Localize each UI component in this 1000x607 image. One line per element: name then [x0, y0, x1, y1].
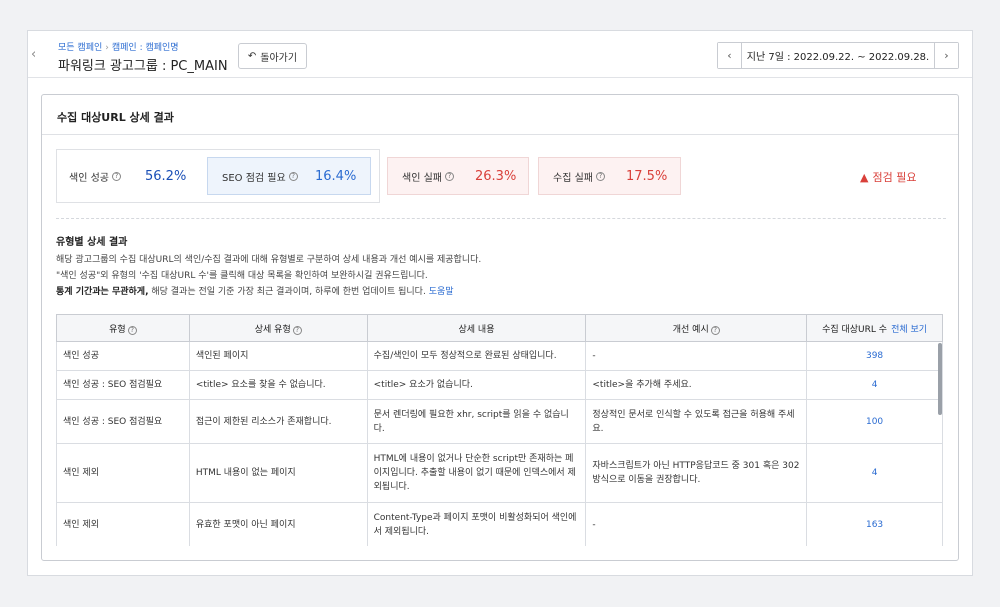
stat-label: 수집 실패 [553, 172, 593, 184]
help-icon[interactable]: ? [292, 325, 302, 335]
cell-detail-type: 접근이 제한된 리소스가 존재합니다. [188, 399, 368, 444]
section-description: 해당 광고그룹의 수집 대상URL의 색인/수집 결과에 대해 유형별로 구분하… [56, 252, 481, 300]
desc-bold: 통계 기간과는 무관하게, [56, 287, 149, 297]
table-row: 색인 성공 색인된 페이지 수집/색인이 모두 정상적으로 완료된 상태입니다.… [56, 341, 943, 371]
cell-detail-type: HTML 내용이 없는 페이지 [188, 443, 368, 503]
stat-value: 56.2% [145, 168, 187, 184]
help-icon[interactable]: ? [288, 171, 298, 181]
cell-count-link[interactable]: 4 [806, 443, 943, 503]
undo-arrow-icon: ↶ [247, 50, 257, 62]
warning-icon: ▲ [860, 170, 869, 184]
stat-index-success: 색인 성공? 56.2% [69, 157, 219, 195]
cell-detail-type: <title> 요소를 찾을 수 없습니다. [188, 370, 368, 400]
result-table-container: 유형? 상세 유형? 상세 내용 개선 예시? 수집 대상URL 수 전체 보기 … [56, 314, 943, 546]
breadcrumb-all-campaigns[interactable]: 모든 캠페인 [58, 43, 102, 53]
warning-badge: ▲ 점검 필요 [860, 169, 916, 185]
cell-count-link[interactable]: 4 [806, 370, 943, 400]
cell-detail: HTML에 내용이 없거나 단순한 script만 존재하는 페이지입니다. 추… [366, 443, 587, 503]
header-label: 개선 예시 [672, 324, 709, 335]
desc-line: 통계 기간과는 무관하게, 해당 결과는 전일 기준 가장 최근 결과이며, 하… [56, 284, 481, 300]
breadcrumb: 모든 캠페인 › 캠페인 : 캠페인명 [58, 40, 179, 53]
header-detail: 상세 내용 [366, 314, 587, 342]
header-label: 유형 [109, 324, 126, 335]
result-table: 유형? 상세 유형? 상세 내용 개선 예시? 수집 대상URL 수 전체 보기 … [56, 314, 943, 546]
help-link[interactable]: 도움말 [429, 287, 454, 297]
table-row: 색인 제외 HTML 내용이 없는 페이지 HTML에 내용이 없거나 단순한 … [56, 443, 943, 503]
stat-label: SEO 점검 필요 [222, 172, 286, 184]
table-row: 색인 성공 : SEO 점검필요 <title> 요소를 찾을 수 없습니다. … [56, 370, 943, 400]
date-range-label[interactable]: 지난 7일 : 2022.09.22. ~ 2022.09.28. [742, 43, 934, 68]
table-scrollbar[interactable] [938, 343, 942, 415]
cell-detail-type: 색인된 페이지 [188, 341, 368, 371]
cell-example: 정상적인 문서로 인식할 수 있도록 접근을 허용해 주세요. [585, 399, 808, 444]
date-range-navigator: ‹ 지난 7일 : 2022.09.22. ~ 2022.09.28. › [717, 42, 959, 69]
cell-detail: Content-Type과 페이지 포맷이 비활성화되어 색인에서 제외됩니다. [366, 502, 587, 546]
help-icon[interactable]: ? [127, 325, 137, 335]
cell-detail: <title> 요소가 없습니다. [366, 370, 587, 400]
panel-title: 수집 대상URL 상세 결과 [42, 95, 958, 135]
app-frame: ‹ 모든 캠페인 › 캠페인 : 캠페인명 파워링크 광고그룹 : PC_MAIN … [27, 30, 973, 576]
view-all-link[interactable]: 전체 보기 [891, 325, 927, 335]
cell-example: - [585, 502, 808, 546]
header-label: 상세 내용 [458, 324, 495, 335]
cell-example: <title>을 추가해 주세요. [585, 370, 808, 400]
cell-count-link[interactable]: 163 [806, 502, 943, 546]
cell-count-link[interactable]: 100 [806, 399, 943, 444]
breadcrumb-campaign[interactable]: 캠페인 : 캠페인명 [112, 43, 179, 53]
desc-line: "색인 성공"외 유형의 '수집 대상URL 수'를 클릭해 대상 목록을 확인… [56, 271, 428, 281]
date-prev-button[interactable]: ‹ [718, 43, 742, 68]
stat-index-fail: 색인 실패? 26.3% [387, 157, 529, 195]
stat-label: 색인 실패 [402, 172, 442, 184]
cell-type: 색인 성공 : SEO 점검필요 [56, 399, 190, 444]
table-header-row: 유형? 상세 유형? 상세 내용 개선 예시? 수집 대상URL 수 전체 보기 [56, 314, 943, 342]
desc-text: 해당 결과는 전일 기준 가장 최근 결과이며, 하루에 한번 업데이트 됩니다… [148, 287, 426, 297]
result-panel: 수집 대상URL 상세 결과 색인 성공? 56.2% SEO 점검 필요? 1… [41, 94, 959, 561]
cell-type: 색인 성공 : SEO 점검필요 [56, 370, 190, 400]
header-count: 수집 대상URL 수 전체 보기 [806, 314, 943, 342]
stat-label: 색인 성공 [69, 172, 109, 184]
desc-line: 해당 광고그룹의 수집 대상URL의 색인/수집 결과에 대해 유형별로 구분하… [56, 255, 482, 265]
stat-crawl-fail: 수집 실패? 17.5% [538, 157, 681, 195]
divider [56, 218, 946, 219]
header-detail-type: 상세 유형? [188, 314, 368, 342]
header-label: 수집 대상URL 수 [822, 324, 888, 335]
date-next-button[interactable]: › [934, 43, 958, 68]
stat-value: 16.4% [315, 168, 357, 184]
cell-type: 색인 제외 [56, 502, 190, 546]
header-type: 유형? [56, 314, 190, 342]
cell-detail-type: 유효한 포맷이 아닌 페이지 [188, 502, 368, 546]
cell-type: 색인 성공 [56, 341, 190, 371]
cell-type: 색인 제외 [56, 443, 190, 503]
stat-value: 17.5% [626, 168, 668, 184]
back-button[interactable]: ↶ 돌아가기 [238, 43, 307, 69]
cell-detail: 문서 렌더링에 필요한 xhr, script를 읽을 수 없습니다. [366, 399, 587, 444]
help-icon[interactable]: ? [710, 325, 720, 335]
breadcrumb-separator: › [105, 43, 109, 53]
cell-example: - [585, 341, 808, 371]
table-row: 색인 제외 유효한 포맷이 아닌 페이지 Content-Type과 페이지 포… [56, 502, 943, 546]
cell-count-link[interactable]: 398 [806, 341, 943, 371]
stat-seo-check: SEO 점검 필요? 16.4% [207, 157, 371, 195]
chevron-left-icon[interactable]: ‹ [31, 47, 36, 62]
page-title: 파워링크 광고그룹 : PC_MAIN [58, 59, 228, 74]
stat-value: 26.3% [475, 168, 517, 184]
help-icon[interactable]: ? [444, 171, 454, 181]
cell-example: 자바스크립트가 아닌 HTTP응답코드 중 301 혹은 302 방식으로 이동… [585, 443, 808, 503]
section-title: 유형별 상세 결과 [56, 237, 128, 248]
back-button-label: 돌아가기 [260, 52, 298, 64]
warning-label: 점검 필요 [872, 171, 917, 184]
header-label: 상세 유형 [254, 324, 291, 335]
help-icon[interactable]: ? [595, 171, 605, 181]
table-row: 색인 성공 : SEO 점검필요 접근이 제한된 리소스가 존재합니다. 문서 … [56, 399, 943, 444]
header-example: 개선 예시? [585, 314, 808, 342]
top-bar: ‹ 모든 캠페인 › 캠페인 : 캠페인명 파워링크 광고그룹 : PC_MAIN … [28, 31, 972, 78]
cell-detail: 수집/색인이 모두 정상적으로 완료된 상태입니다. [366, 341, 587, 371]
help-icon[interactable]: ? [111, 171, 121, 181]
